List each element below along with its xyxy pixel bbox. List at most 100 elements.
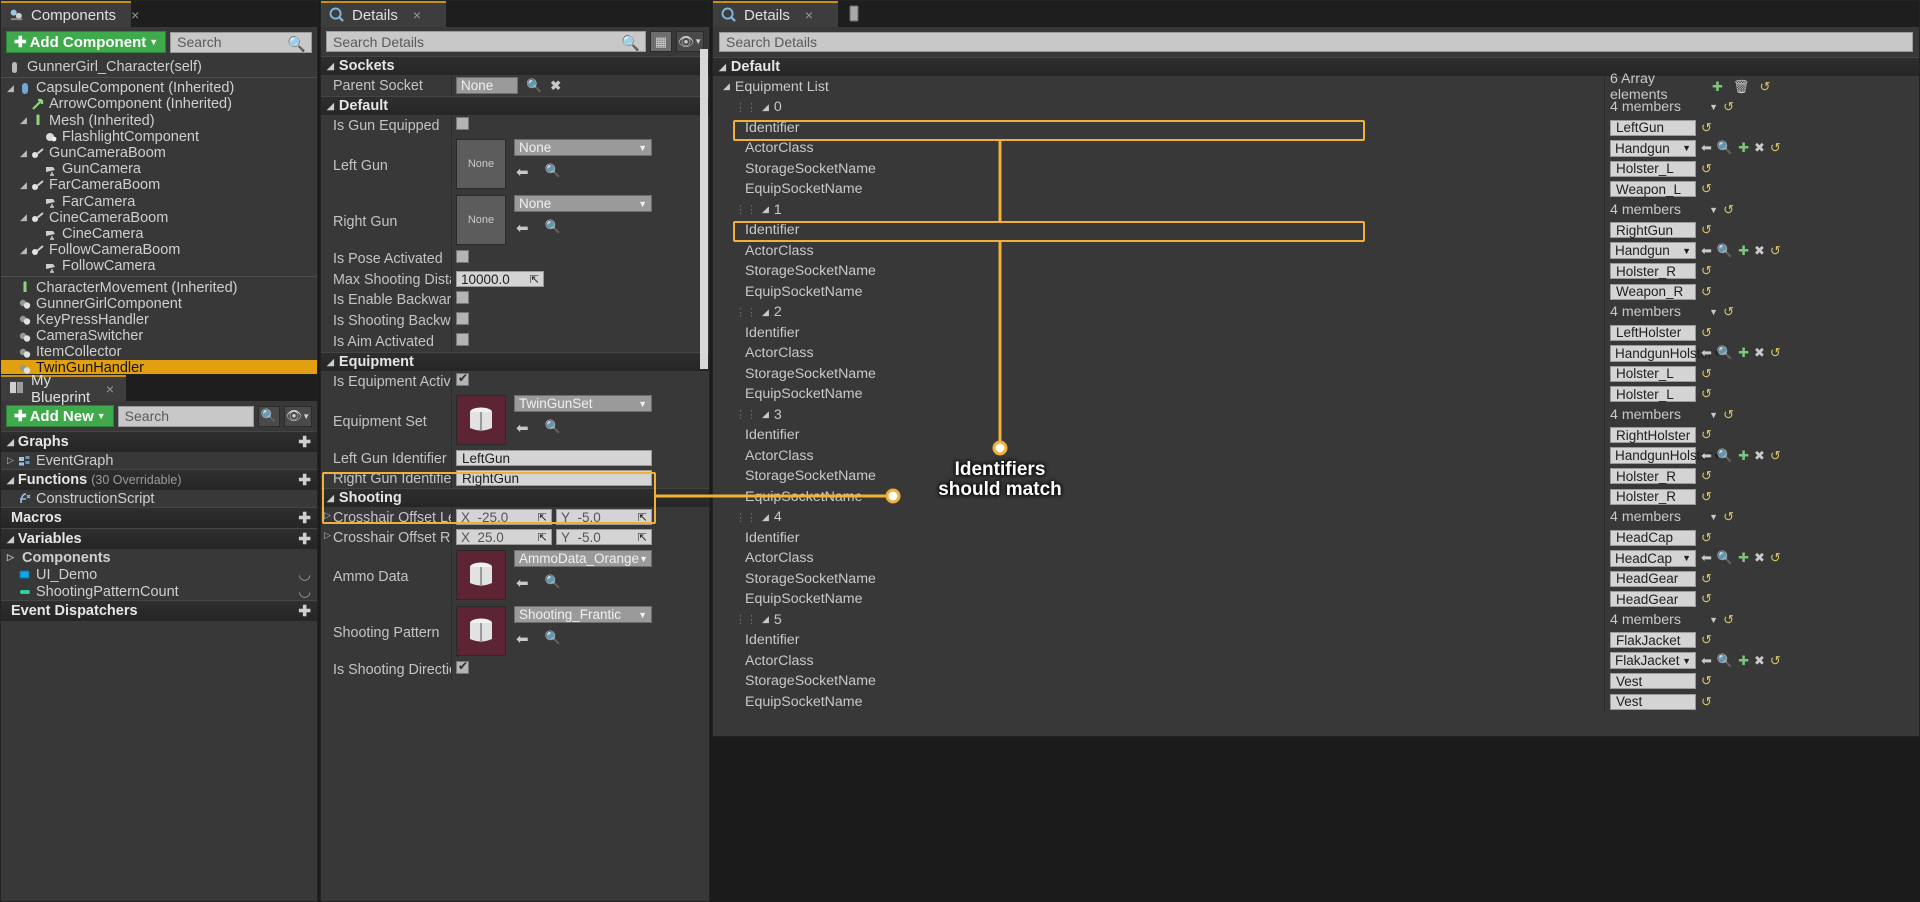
use-selected-icon[interactable]: ⬅ [516, 419, 529, 437]
reset-icon[interactable]: ↺ [1723, 407, 1734, 423]
mbp-item[interactable]: ConstructionScript [1, 490, 317, 507]
asset-picker[interactable]: TwinGunSet ▼ [514, 395, 652, 412]
use-selected-icon[interactable]: ⬅ [516, 574, 529, 592]
name-input[interactable]: Weapon_L [1610, 181, 1696, 198]
mbp-item[interactable]: ▷ EventGraph [1, 452, 317, 469]
browse-icon[interactable]: 🔍 [1717, 653, 1733, 669]
socket-value[interactable]: None [456, 77, 518, 94]
use-selected-icon[interactable]: ⬅ [1701, 653, 1712, 669]
name-input[interactable]: RightGun [1610, 222, 1696, 239]
checkbox[interactable] [456, 291, 469, 304]
component-item[interactable]: ◢ CapsuleComponent (Inherited) [1, 80, 317, 96]
add-element-icon[interactable]: ✚ [1712, 79, 1723, 95]
component-root[interactable]: GunnerGirl_Character(self) [1, 59, 317, 75]
use-selected-icon[interactable]: ⬅ [516, 219, 529, 237]
array-member-row[interactable]: Identifier RightGun ↺ [713, 220, 1919, 241]
component-item[interactable]: GunCamera [1, 161, 317, 177]
array-member-row[interactable]: StorageSocketName Vest ↺ [713, 671, 1919, 692]
array-member-row[interactable]: ActorClass HeadCap ▼ ⬅ 🔍 ✚ ✖ ↺ [713, 548, 1919, 569]
reset-icon[interactable]: ↺ [1759, 79, 1770, 95]
drag-handle-icon[interactable]: ⋮⋮ [735, 203, 757, 216]
reset-icon[interactable]: ↺ [1723, 612, 1734, 628]
component-item[interactable]: ◢ FarCameraBoom [1, 177, 317, 193]
asset-picker[interactable]: None ▼ [514, 195, 652, 212]
section-default-header[interactable]: ◢ Default [713, 57, 1919, 76]
name-input[interactable]: Holster_L [1610, 365, 1696, 382]
text-input[interactable]: RightGun [456, 470, 652, 486]
eye-icon-button[interactable]: 👁 ▼ [284, 405, 312, 427]
array-element-header[interactable]: ⋮⋮ ◢ 5 4 members ▼ ↺ [713, 609, 1919, 630]
class-dropdown[interactable]: Handgun ▼ [1610, 242, 1696, 260]
mbp-item[interactable]: ShootingPatternCount ◡ [1, 583, 317, 600]
name-input[interactable]: Holster_R [1610, 468, 1696, 485]
mbp-section-header[interactable]: ◢ Variables ✚ [1, 528, 317, 549]
expand-arrow-icon[interactable]: ▷ [7, 455, 18, 466]
component-item[interactable]: ArrowComponent (Inherited) [1, 96, 317, 112]
reset-icon[interactable]: ↺ [1701, 386, 1712, 402]
reset-icon[interactable]: ↺ [1701, 489, 1712, 505]
caret-down-icon[interactable]: ◢ [327, 493, 334, 504]
name-input[interactable]: Weapon_R [1610, 283, 1696, 300]
components-search-input[interactable]: Search 🔍 [170, 31, 312, 53]
vector-x-input[interactable]: X 25.0 ⇱ [456, 529, 552, 545]
checkbox[interactable] [456, 659, 469, 674]
reset-icon[interactable]: ↺ [1770, 653, 1781, 669]
browse-icon[interactable]: 🔍 [1717, 448, 1733, 464]
browse-icon[interactable]: 🔍 [1717, 243, 1733, 259]
tab-details-right[interactable]: Details × [713, 1, 838, 27]
array-member-row[interactable]: EquipSocketName Holster_L ↺ [713, 384, 1919, 405]
name-input[interactable]: Holster_R [1610, 263, 1696, 280]
tab-components[interactable]: Components × [1, 1, 139, 27]
search-icon[interactable]: 🔍 [621, 34, 640, 52]
details-section-header[interactable]: ◢ Shooting [321, 488, 709, 507]
number-input[interactable]: 10000.0 ⇱ [456, 271, 544, 287]
details-mid-search-input[interactable]: Search Details 🔍 [326, 31, 646, 52]
search-icon-button[interactable]: 🔍 [258, 405, 280, 427]
reset-icon[interactable]: ↺ [1701, 284, 1712, 300]
reset-icon[interactable]: ↺ [1701, 673, 1712, 689]
reset-icon[interactable]: ↺ [1770, 140, 1781, 156]
clear-icon[interactable]: ✖ [1754, 653, 1765, 669]
add-icon[interactable]: ✚ [1738, 345, 1749, 361]
caret-icon[interactable]: ◢ [7, 534, 14, 545]
reset-icon[interactable]: ↺ [1723, 99, 1734, 115]
use-selected-icon[interactable]: ⬅ [1701, 550, 1712, 566]
expand-arrow-icon[interactable]: ◢ [20, 245, 31, 256]
chevron-down-icon[interactable]: ▼ [1709, 512, 1718, 522]
expand-arrow-icon[interactable]: ◢ [20, 115, 31, 126]
array-member-row[interactable]: ActorClass Handgun ▼ ⬅ 🔍 ✚ ✖ ↺ [713, 138, 1919, 159]
component-item[interactable]: ◢ FollowCameraBoom [1, 242, 317, 258]
browse-icon[interactable]: 🔍 [545, 163, 561, 181]
use-selected-icon[interactable]: ⬅ [516, 163, 529, 181]
expand-arrow-icon[interactable]: ◢ [7, 83, 18, 94]
component-item[interactable]: CineCamera [1, 226, 317, 242]
array-member-row[interactable]: StorageSocketName Holster_L ↺ [713, 158, 1919, 179]
clear-icon[interactable]: ✖ [1754, 140, 1765, 156]
array-member-row[interactable]: Identifier RightHolster ↺ [713, 425, 1919, 446]
array-member-row[interactable]: Identifier FlakJacket ↺ [713, 630, 1919, 651]
browse-icon[interactable]: 🔍 [1717, 345, 1733, 361]
browse-icon[interactable]: 🔍 [526, 78, 542, 94]
name-input[interactable]: Vest [1610, 693, 1696, 710]
component-item[interactable]: CameraSwitcher [1, 328, 317, 344]
mbp-section-add-button[interactable]: ✚ [298, 509, 311, 527]
class-dropdown[interactable]: HeadCap ▼ [1610, 549, 1696, 567]
class-dropdown[interactable]: HandgunHolster ▼ [1610, 447, 1721, 465]
caret-down-icon[interactable]: ◢ [327, 61, 334, 72]
use-selected-icon[interactable]: ⬅ [1701, 345, 1712, 361]
asset-thumbnail[interactable]: None [456, 139, 506, 189]
component-item[interactable]: ItemCollector [1, 344, 317, 360]
asset-thumbnail[interactable] [456, 550, 506, 600]
reset-icon[interactable]: ↺ [1701, 222, 1712, 238]
close-icon[interactable]: × [106, 381, 114, 397]
reset-icon[interactable]: ↺ [1701, 427, 1712, 443]
array-member-row[interactable]: ActorClass HandgunHolster ▼ ⬅ 🔍 ✚ ✖ ↺ [713, 445, 1919, 466]
caret-down-icon[interactable]: ◢ [327, 101, 334, 112]
drag-handle-icon[interactable]: ⋮⋮ [735, 101, 757, 114]
asset-thumbnail[interactable]: None [456, 195, 506, 245]
browse-icon[interactable]: 🔍 [545, 219, 561, 237]
drag-handle-icon[interactable]: ⋮⋮ [735, 306, 757, 319]
component-item[interactable]: ◢ Mesh (Inherited) [1, 113, 317, 129]
checkbox[interactable] [456, 250, 469, 263]
array-element-header[interactable]: ⋮⋮ ◢ 3 4 members ▼ ↺ [713, 404, 1919, 425]
